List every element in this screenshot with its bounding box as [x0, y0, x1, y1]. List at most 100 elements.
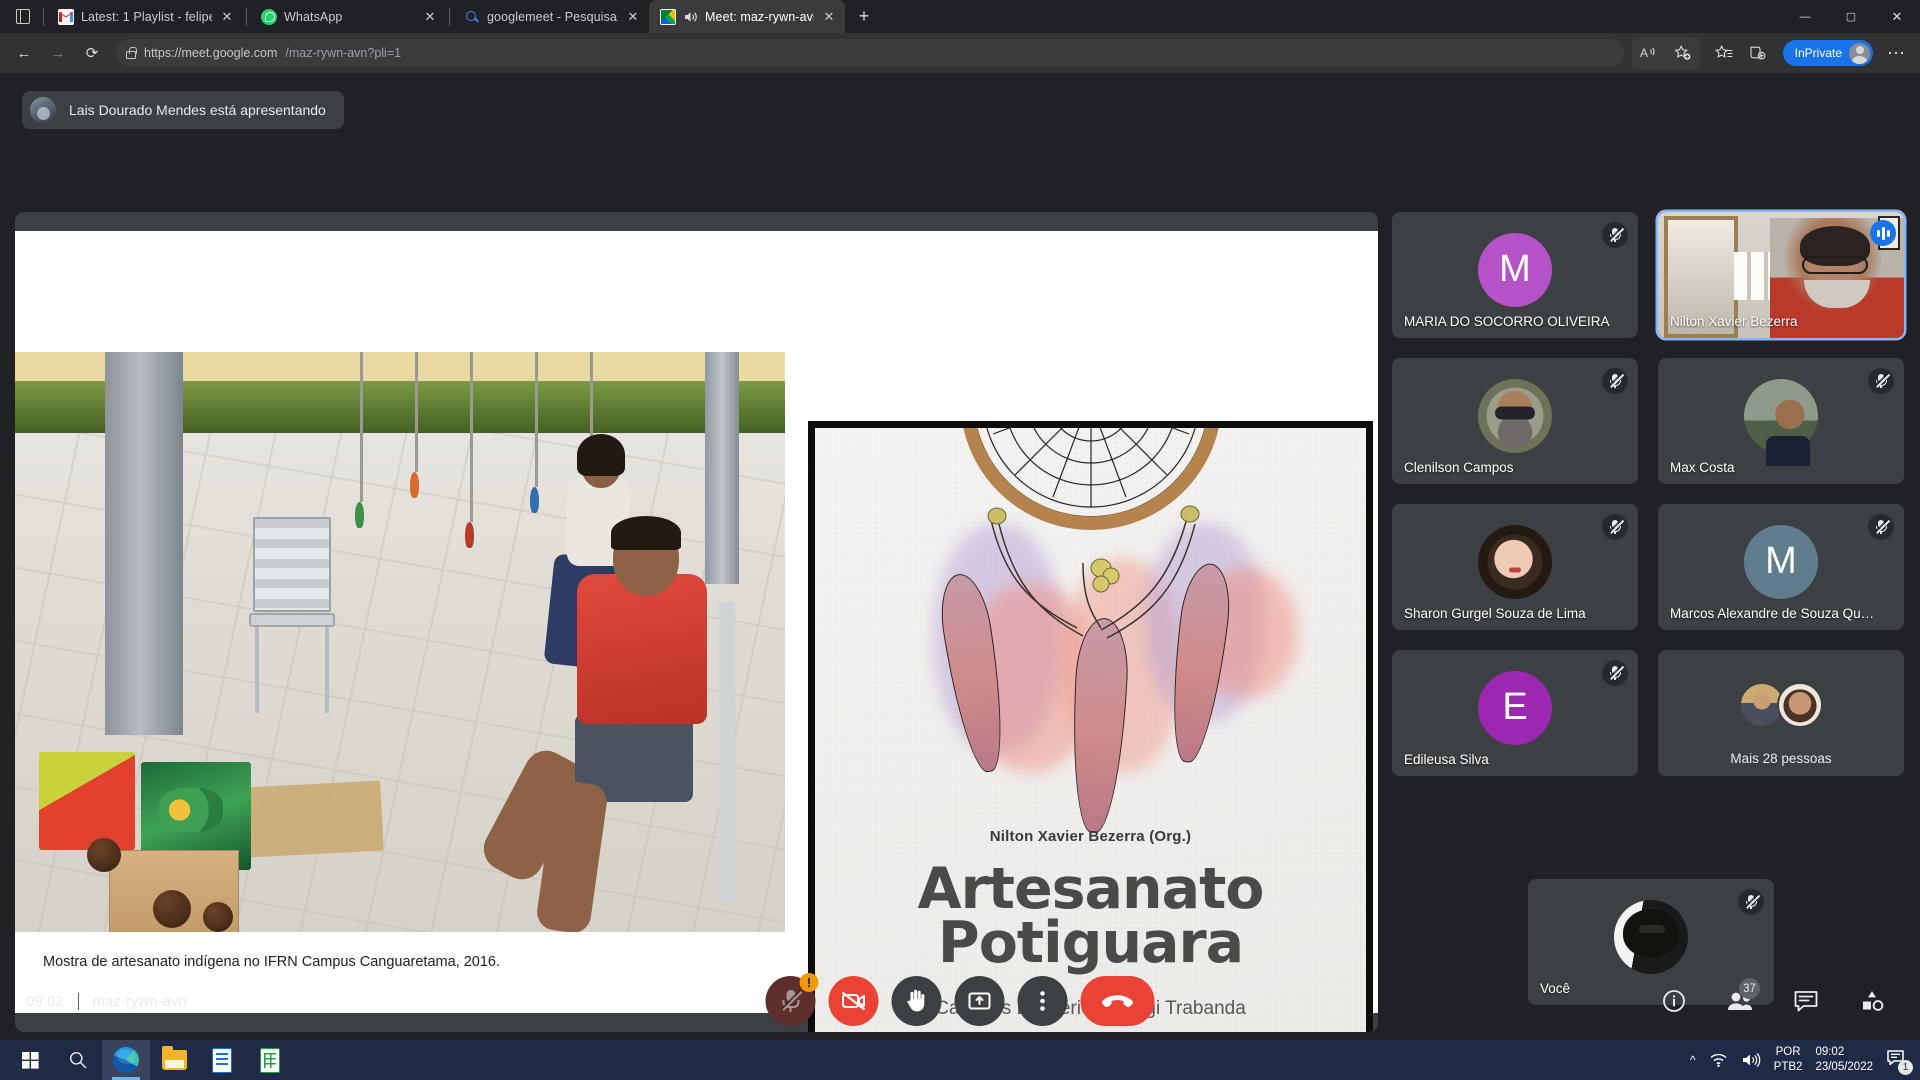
participant-tile[interactable]: Clenilson Campos — [1392, 358, 1638, 484]
tab-googlemeet-search[interactable]: googlemeet - Pesquisar ✕ — [453, 0, 649, 33]
photo-hanging-craft — [410, 472, 419, 498]
participant-tile[interactable]: Sharon Gurgel Souza de Lima — [1392, 504, 1638, 630]
divider — [77, 992, 79, 1010]
avatar — [1478, 524, 1552, 599]
google-meet-icon — [660, 8, 676, 25]
participant-tile[interactable]: M MARIA DO SOCORRO OLIVEIRA — [1392, 212, 1638, 338]
craft-gourd — [87, 838, 121, 872]
avatar-initial: M — [1499, 248, 1531, 291]
google-meet-app: Lais Dourado Mendes está apresentando Mo… — [0, 73, 1920, 1040]
favorites-icon[interactable] — [1709, 37, 1741, 69]
add-favorite-icon[interactable] — [1667, 37, 1699, 69]
book-title-line1: Artesanato — [917, 856, 1265, 922]
search-icon — [70, 1052, 87, 1069]
chair-frame — [719, 602, 735, 902]
read-aloud-icon[interactable]: A — [1633, 37, 1665, 69]
spreadsheet-icon — [260, 1047, 280, 1073]
mic-off-icon — [1868, 368, 1894, 394]
activities-button[interactable] — [1850, 979, 1894, 1023]
burlap-mat — [245, 780, 384, 858]
inprivate-profile-button[interactable]: InPrivate — [1782, 40, 1873, 66]
presentation-stage[interactable]: Mostra de artesanato indígena no IFRN Ca… — [15, 212, 1378, 1032]
wifi-icon[interactable] — [1709, 1052, 1728, 1068]
speaking-indicator-icon — [1870, 220, 1896, 246]
show-hidden-icons-button[interactable]: ^ — [1690, 1053, 1696, 1067]
close-icon[interactable]: ✕ — [422, 9, 438, 25]
mic-off-icon — [1738, 889, 1764, 915]
reload-button[interactable]: ⟳ — [76, 37, 108, 69]
mic-off-icon — [1602, 368, 1628, 394]
minimize-button[interactable]: — — [1782, 0, 1828, 33]
close-icon[interactable]: ✕ — [219, 9, 235, 25]
tray-date: 23/05/2022 — [1815, 1061, 1873, 1073]
tray-time: 09:02 — [1815, 1046, 1845, 1059]
photo-hanging-craft — [535, 352, 538, 487]
participant-name: Nilton Xavier Bezerra — [1670, 314, 1798, 329]
participant-tile[interactable]: Max Costa — [1658, 358, 1904, 484]
audio-playing-icon[interactable] — [683, 10, 698, 24]
avatar — [1777, 682, 1823, 729]
language-indicator[interactable]: POR PTB2 — [1774, 1045, 1803, 1074]
photo-hanging-craft — [470, 352, 473, 522]
participant-tile-active-speaker[interactable]: Nilton Xavier Bezerra — [1658, 212, 1904, 338]
tab-title: googlemeet - Pesquisar — [487, 9, 618, 24]
microphone-button[interactable]: ! — [765, 973, 819, 1026]
speaker-icon[interactable] — [1741, 1052, 1761, 1068]
craft-bag — [39, 752, 135, 850]
mic-off-icon — [1602, 222, 1628, 248]
shared-slide: Mostra de artesanato indígena no IFRN Ca… — [15, 231, 1378, 1032]
back-button[interactable]: ← — [8, 37, 40, 69]
vertical-tabs-icon — [16, 9, 30, 24]
craft-gourd — [153, 890, 191, 928]
close-icon[interactable]: ✕ — [625, 9, 641, 25]
tab-whatsapp[interactable]: WhatsApp ✕ — [250, 0, 446, 33]
inprivate-label: InPrivate — [1794, 46, 1842, 60]
participant-tile[interactable]: M Marcos Alexandre de Souza Qu… — [1658, 504, 1904, 630]
taskbar-item-edge[interactable] — [102, 1040, 150, 1080]
photo-hanging-craft — [355, 502, 364, 528]
camera-button[interactable] — [828, 976, 879, 1026]
settings-and-more-icon[interactable]: ⋯ — [1880, 37, 1912, 69]
chat-button[interactable] — [1784, 979, 1828, 1023]
window-controls: — ▢ ✕ — [1782, 0, 1920, 33]
tab-separator — [449, 7, 450, 26]
participant-tile[interactable]: E Edileusa Silva — [1392, 650, 1638, 776]
taskbar-item-file-explorer[interactable] — [150, 1040, 198, 1080]
address-bar[interactable]: https://meet.google.com/maz-rywn-avn?pli… — [116, 39, 1624, 67]
tab-title: WhatsApp — [284, 9, 343, 24]
maximize-button[interactable]: ▢ — [1828, 0, 1874, 33]
tab-meet[interactable]: Meet: maz-rywn-avn ✕ — [649, 0, 845, 33]
start-button[interactable] — [6, 1040, 54, 1080]
clock[interactable]: 09:02 23/05/2022 — [1815, 1045, 1873, 1074]
craft-gourd — [203, 902, 233, 932]
presenting-label: Lais Dourado Mendes está apresentando — [69, 102, 326, 118]
collections-icon[interactable] — [1742, 37, 1774, 69]
tab-actions-menu[interactable] — [6, 0, 40, 33]
more-participants-label: Mais 28 pessoas — [1730, 751, 1832, 766]
tab-gmail[interactable]: Latest: 1 Playlist - felipedantasl59 ✕ — [47, 0, 243, 33]
more-participants-tile[interactable]: Mais 28 pessoas — [1658, 650, 1904, 776]
present-screen-button[interactable] — [954, 976, 1005, 1026]
forward-button[interactable]: → — [42, 37, 74, 69]
close-icon[interactable]: ✕ — [821, 9, 837, 25]
participant-name: Max Costa — [1670, 460, 1735, 475]
taskbar-item-calc[interactable] — [246, 1040, 294, 1080]
photo-hanging-craft — [415, 352, 418, 472]
more-options-button[interactable] — [1017, 976, 1068, 1026]
participant-name: Edileusa Silva — [1404, 752, 1489, 767]
lock-icon — [126, 46, 137, 59]
taskbar-search-button[interactable] — [54, 1040, 102, 1080]
show-everyone-button[interactable]: 37 — [1718, 978, 1762, 1023]
close-window-button[interactable]: ✕ — [1874, 0, 1920, 33]
meeting-details-button[interactable] — [1652, 979, 1696, 1023]
taskbar-item-writer[interactable] — [198, 1040, 246, 1080]
new-tab-button[interactable]: + — [849, 2, 879, 30]
whatsapp-icon — [261, 8, 277, 25]
leave-call-button[interactable] — [1080, 976, 1155, 1026]
notifications-button[interactable]: 1 — [1886, 1049, 1913, 1075]
windows-taskbar: ^ POR PTB2 09:02 23/05/2022 1 — [0, 1040, 1920, 1080]
meeting-time: 09:02 — [26, 992, 64, 1010]
raise-hand-button[interactable] — [891, 976, 942, 1026]
avatar-stack — [1739, 682, 1823, 729]
meet-bottom-bar: 09:02 maz-rywn-avn ! 37 — [0, 962, 1920, 1040]
